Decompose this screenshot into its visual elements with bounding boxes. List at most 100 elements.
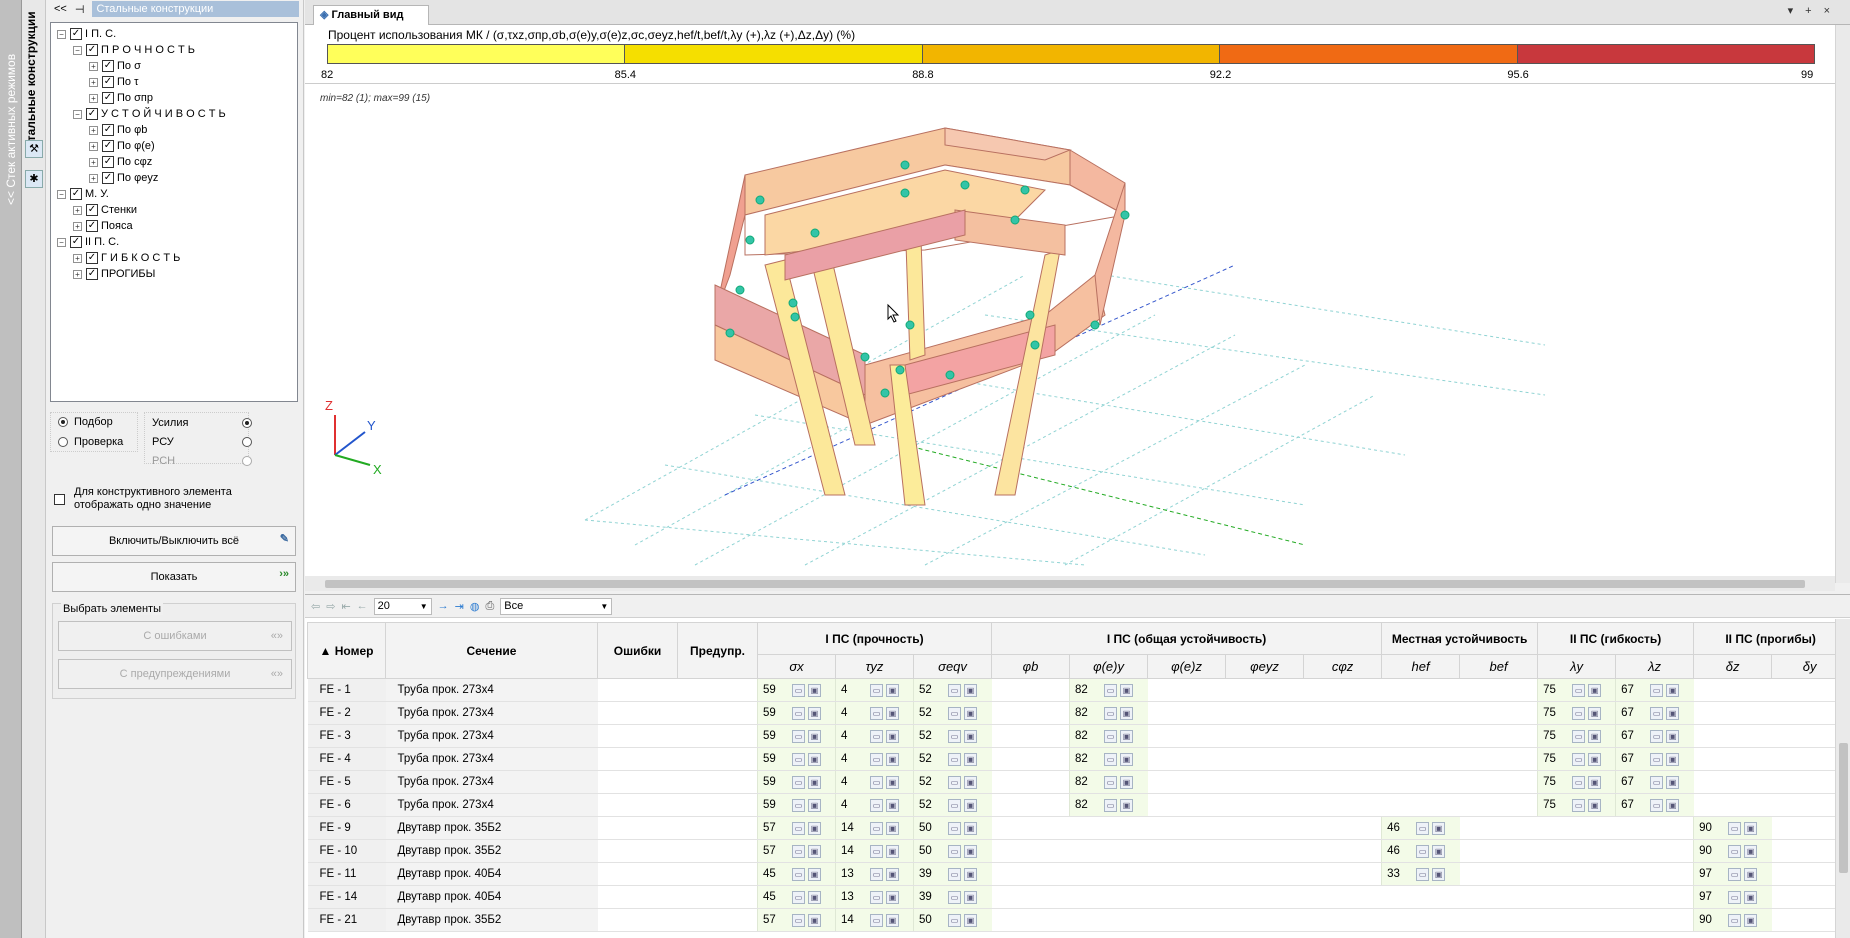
detail-icon[interactable]: ▭ (1416, 867, 1430, 881)
collapse-icon[interactable]: − (57, 29, 66, 39)
detail-icon[interactable]: ▭ (792, 867, 805, 881)
report-icon[interactable]: ▣ (1432, 821, 1446, 835)
tree-checkbox[interactable]: ✓ (86, 268, 98, 280)
report-icon[interactable]: ▣ (1744, 913, 1758, 927)
radio-rsn[interactable]: РСН (152, 451, 252, 470)
tree-node[interactable]: + ✓ Г И Б К О С Т Ь (51, 250, 297, 266)
col-sub-header[interactable]: φeyz (1225, 654, 1305, 679)
detail-icon[interactable]: ▭ (792, 683, 805, 697)
detail-icon[interactable]: ▭ (1572, 752, 1586, 766)
detail-icon[interactable]: ▭ (948, 844, 961, 858)
detail-icon[interactable]: ▭ (792, 729, 805, 743)
forward-icon[interactable]: ⇨ (326, 600, 335, 613)
expand-icon[interactable]: + (89, 173, 98, 183)
model-3d-view[interactable]: Z Y X (305, 25, 1835, 570)
report-icon[interactable]: ▣ (1744, 844, 1758, 858)
detail-icon[interactable]: ▭ (792, 706, 805, 720)
detail-icon[interactable]: ▭ (1650, 775, 1664, 789)
detail-icon[interactable]: ▭ (1104, 798, 1118, 812)
report-icon[interactable]: ▣ (1120, 683, 1134, 697)
tree-checkbox[interactable]: ✓ (102, 124, 114, 136)
radio-forces-dot[interactable] (242, 417, 252, 428)
report-icon[interactable]: ▣ (1588, 706, 1602, 720)
report-icon[interactable]: ▣ (808, 798, 821, 812)
table-row[interactable]: FE - 1 Труба прок. 273x4 59 ▭ ▣ 4 ▭ ▣ 52 ▭ ▣ 82 ▭ ▣ 75… (307, 678, 1848, 702)
tree-checkbox[interactable]: ✓ (86, 204, 98, 216)
table-row[interactable]: FE - 10 Двутавр прок. 35Б2 57 ▭ ▣ 14 ▭ ▣ 50 ▭ ▣ 46 ▭… (307, 839, 1848, 863)
col-section[interactable]: Сечение (385, 622, 598, 679)
tree-node[interactable]: + ✓ Пояса (51, 218, 297, 234)
report-icon[interactable]: ▣ (886, 752, 899, 766)
report-icon[interactable]: ▣ (808, 867, 821, 881)
report-icon[interactable]: ▣ (1744, 821, 1758, 835)
tree-checkbox[interactable]: ✓ (70, 236, 82, 248)
main-view[interactable]: Процент использования МК / (σ,τxz,σпр,σb… (305, 25, 1835, 583)
table-row[interactable]: FE - 5 Труба прок. 273x4 59 ▭ ▣ 4 ▭ ▣ 52 ▭ ▣ 82 ▭ ▣ 75… (307, 770, 1848, 794)
detail-icon[interactable]: ▭ (1104, 775, 1118, 789)
report-icon[interactable]: ▣ (1120, 752, 1134, 766)
tree-checkbox[interactable]: ✓ (86, 220, 98, 232)
report-icon[interactable]: ▣ (808, 890, 821, 904)
tree-node[interactable]: + ✓ По cφz (51, 154, 297, 170)
radio-podbor-dot[interactable] (58, 416, 68, 427)
radio-proverka-dot[interactable] (58, 436, 68, 447)
report-icon[interactable]: ▣ (1666, 752, 1680, 766)
refresh-icon[interactable]: ◍ (470, 600, 480, 613)
expand-icon[interactable]: + (73, 221, 82, 231)
back-icon[interactable]: ⇦ (311, 600, 320, 613)
detail-icon[interactable]: ▭ (1650, 706, 1664, 720)
tree-checkbox[interactable]: ✓ (102, 92, 114, 104)
radio-proverka[interactable]: Проверка (58, 432, 123, 451)
tree-node[interactable]: + ✓ ПРОГИБЫ (51, 266, 297, 282)
tree-checkbox[interactable]: ✓ (102, 156, 114, 168)
report-icon[interactable]: ▣ (1120, 706, 1134, 720)
col-sub-header[interactable]: σx (757, 654, 836, 679)
pin-icon[interactable]: ⊣ (75, 3, 85, 16)
tree-node[interactable]: − ✓ П Р О Ч Н О С Т Ь (51, 42, 297, 58)
detail-icon[interactable]: ▭ (1416, 844, 1430, 858)
expand-icon[interactable]: + (89, 125, 98, 135)
close-icon[interactable]: × (1824, 5, 1842, 17)
table-row[interactable]: FE - 14 Двутавр прок. 40Б4 45 ▭ ▣ 13 ▭ ▣ 39 ▭ ▣ 97 ▭… (307, 885, 1848, 909)
report-icon[interactable]: ▣ (964, 844, 977, 858)
col-warnings[interactable]: Предупр. (677, 622, 758, 679)
detail-icon[interactable]: ▭ (948, 890, 961, 904)
table-row[interactable]: FE - 21 Двутавр прок. 35Б2 57 ▭ ▣ 14 ▭ ▣ 50 ▭ ▣ 90 ▭… (307, 908, 1848, 932)
report-icon[interactable]: ▣ (808, 729, 821, 743)
tree-node[interactable]: + ✓ По φ(e) (51, 138, 297, 154)
detail-icon[interactable]: ▭ (948, 706, 961, 720)
expand-icon[interactable]: + (89, 141, 98, 151)
detail-icon[interactable]: ▭ (1650, 798, 1664, 812)
with-warnings-button[interactable]: С предупреждениями «» (58, 659, 292, 689)
col-sub-header[interactable]: λz (1615, 654, 1695, 679)
dropdown-icon[interactable]: ▾ (1788, 5, 1806, 17)
report-icon[interactable]: ▣ (964, 890, 977, 904)
report-icon[interactable]: ▣ (964, 913, 977, 927)
tree-node[interactable]: + ✓ По φb (51, 122, 297, 138)
detail-icon[interactable]: ▭ (792, 821, 805, 835)
detail-icon[interactable]: ▭ (1650, 729, 1664, 743)
view-vertical-scrollbar[interactable] (1835, 25, 1850, 583)
col-sub-header[interactable]: bef (1459, 654, 1539, 679)
expand-icon[interactable]: + (73, 269, 82, 279)
report-icon[interactable]: ▣ (964, 775, 977, 789)
tree-node[interactable]: + ✓ По σ (51, 58, 297, 74)
detail-icon[interactable]: ▭ (792, 913, 805, 927)
report-icon[interactable]: ▣ (964, 706, 977, 720)
tree-node[interactable]: − ✓ I П. С. (51, 26, 297, 42)
report-icon[interactable]: ▣ (886, 844, 899, 858)
col-sub-header[interactable]: λy (1537, 654, 1617, 679)
detail-icon[interactable]: ▭ (948, 752, 961, 766)
toggle-all-button[interactable]: Включить/Выключить всё ✎ (52, 526, 296, 556)
tree-node[interactable]: + ✓ По σпр (51, 90, 297, 106)
tree-node[interactable]: − ✓ М. У. (51, 186, 297, 202)
report-icon[interactable]: ▣ (1666, 729, 1680, 743)
tree-node[interactable]: + ✓ Стенки (51, 202, 297, 218)
table-row[interactable]: FE - 6 Труба прок. 273x4 59 ▭ ▣ 4 ▭ ▣ 52 ▭ ▣ 82 ▭ ▣ 75… (307, 793, 1848, 817)
tree-checkbox[interactable]: ✓ (86, 44, 98, 56)
report-icon[interactable]: ▣ (808, 706, 821, 720)
tree-checkbox[interactable]: ✓ (86, 252, 98, 264)
first-page-icon[interactable]: ⇤ (341, 600, 350, 613)
expand-icon[interactable]: + (89, 93, 98, 103)
detail-icon[interactable]: ▭ (1650, 752, 1664, 766)
